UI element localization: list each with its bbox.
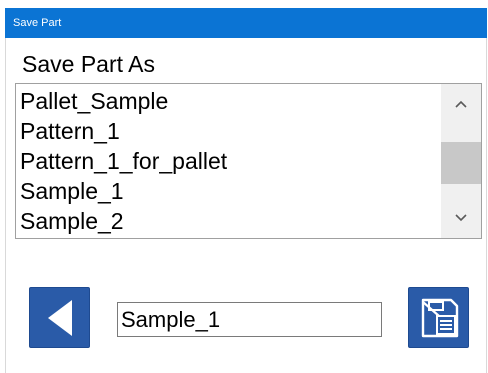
part-listbox[interactable]: Pallet_Sample Pattern_1 Pattern_1_for_pa… (15, 83, 482, 239)
part-name-input[interactable] (117, 302, 382, 337)
save-part-window: Save Part Save Part As Pallet_Sample Pat… (0, 0, 488, 373)
chevron-down-icon (455, 214, 467, 222)
save-button[interactable] (408, 287, 469, 348)
list-scrollbar[interactable] (441, 84, 481, 238)
list-item[interactable]: Pattern_1_for_pallet (20, 146, 227, 176)
part-list: Pallet_Sample Pattern_1 Pattern_1_for_pa… (20, 86, 227, 236)
list-item[interactable]: Pattern_1 (20, 116, 227, 146)
back-button[interactable] (29, 287, 90, 348)
scroll-up-button[interactable] (441, 84, 481, 124)
list-item[interactable]: Pallet_Sample (20, 86, 227, 116)
floppy-disk-icon (421, 298, 458, 337)
triangle-left-icon (47, 299, 72, 336)
scroll-thumb[interactable] (441, 142, 481, 184)
list-item[interactable]: Sample_2 (20, 206, 227, 236)
chevron-up-icon (455, 100, 467, 108)
dialog-heading: Save Part As (22, 51, 155, 77)
scroll-down-button[interactable] (441, 198, 481, 238)
window-titlebar: Save Part (5, 8, 487, 38)
window-title: Save Part (13, 17, 62, 29)
list-item[interactable]: Sample_1 (20, 176, 227, 206)
